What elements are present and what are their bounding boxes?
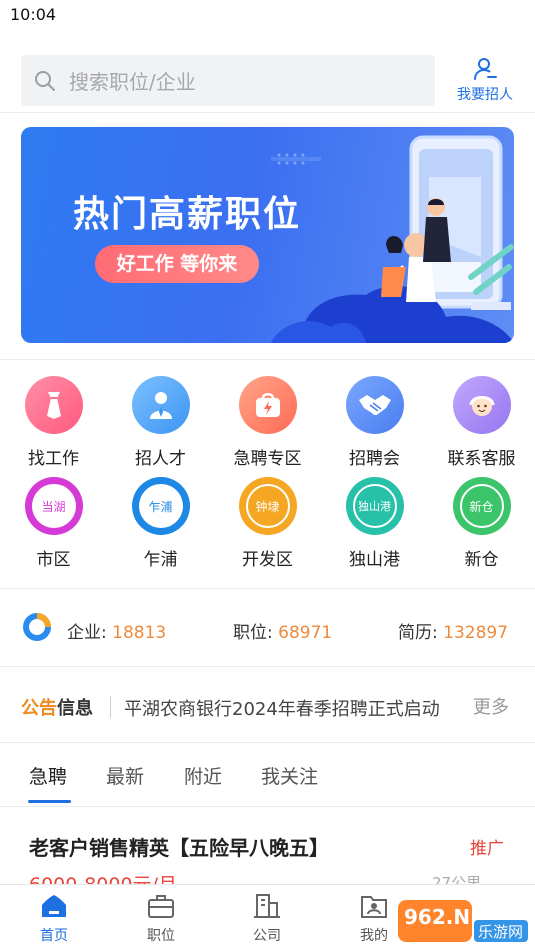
location-badge-icon: 钟埭: [238, 477, 297, 535]
location-badge-icon: 乍浦: [131, 477, 190, 535]
tab-latest[interactable]: 最新: [106, 762, 144, 789]
location-zhapu[interactable]: 乍浦 乍浦: [107, 477, 214, 570]
notice-text[interactable]: 平湖农商银行2024年春季招聘正式启动: [124, 695, 449, 721]
divider: [0, 359, 535, 360]
stat-resume: 简历: 132897: [398, 618, 508, 643]
person-icon: [131, 376, 190, 434]
divider: [0, 806, 535, 807]
handshake-icon: [345, 376, 404, 434]
add-person-icon: [474, 58, 497, 80]
location-label: 乍浦: [143, 550, 178, 570]
location-label: 开发区: [242, 550, 293, 570]
divider: [0, 112, 535, 113]
location-badge: 钟埭: [245, 484, 290, 528]
tab-following[interactable]: 我关注: [261, 762, 318, 789]
notice-separator: [110, 696, 111, 718]
location-label: 市区: [36, 550, 71, 570]
promo-banner[interactable]: 热门高薪职位 好工作 等你来: [21, 127, 514, 343]
stat-company-value: 18813: [112, 623, 167, 643]
location-badge-icon: 独山港: [345, 477, 404, 535]
nav-company[interactable]: 公司: [232, 891, 302, 945]
category-label: 招人才: [135, 449, 186, 469]
stats-pie-icon: [23, 613, 51, 641]
search-row: 搜索职位/企业 我要招人: [0, 46, 535, 112]
category-label: 急聘专区: [233, 449, 302, 469]
nav-home[interactable]: 首页: [19, 891, 89, 945]
category-label: 招聘会: [349, 449, 400, 469]
tie-icon: [24, 376, 83, 434]
tab-urgent[interactable]: 急聘: [29, 762, 67, 789]
category-find-job[interactable]: 找工作: [0, 376, 107, 469]
briefcase-icon: [148, 895, 174, 918]
location-badge-icon: 当湖: [24, 477, 83, 535]
search-icon: [35, 70, 55, 91]
category-find-talent[interactable]: 招人才: [107, 376, 214, 469]
building-icon: [254, 894, 280, 918]
notice-more-link[interactable]: 更多: [473, 693, 509, 719]
status-time: 10:04: [10, 5, 57, 24]
search-placeholder: 搜索职位/企业: [69, 70, 196, 94]
location-shiqu[interactable]: 当湖 市区: [0, 477, 107, 570]
stat-resume-value: 132897: [443, 623, 509, 643]
location-kaifaqu[interactable]: 钟埭 开发区: [214, 477, 321, 570]
location-dushangang[interactable]: 独山港 独山港: [321, 477, 428, 570]
banner-illustration: [271, 135, 514, 343]
location-badge: 乍浦: [138, 484, 183, 528]
tab-indicator: [28, 800, 71, 803]
job-tabs: 急聘 最新 附近 我关注: [0, 752, 535, 806]
category-job-fair[interactable]: 招聘会: [321, 376, 428, 469]
status-bar: 10:04: [0, 0, 535, 32]
category-customer-service[interactable]: 联系客服: [428, 376, 535, 469]
divider: [0, 742, 535, 743]
banner-title: 热门高薪职位: [73, 194, 302, 235]
recruit-button[interactable]: 我要招人: [452, 56, 518, 106]
notice-bar[interactable]: 公告信息 平湖农商银行2024年春季招聘正式启动 更多: [0, 676, 535, 732]
location-badge-icon: 新仓: [452, 477, 511, 535]
bag-flash-icon: [238, 376, 297, 434]
stat-job-label: 职位:: [233, 623, 273, 643]
divider: [0, 588, 535, 589]
service-icon: [452, 376, 511, 434]
nav-label: 公司: [253, 928, 281, 944]
category-label: 联系客服: [447, 449, 516, 469]
stats-row: 企业: 18813 职位: 68971 简历: 132897: [0, 600, 535, 656]
search-input[interactable]: 搜索职位/企业: [21, 55, 435, 106]
location-badge: 独山港: [352, 484, 397, 528]
notice-tag-a: 公告: [21, 698, 57, 719]
profile-icon: [361, 896, 387, 918]
location-label: 独山港: [349, 550, 400, 570]
watermark-logo: 962.NET 乐游网: [398, 900, 528, 942]
home-icon: [42, 895, 66, 917]
notice-tag-b: 信息: [57, 698, 93, 719]
nav-jobs[interactable]: 职位: [126, 891, 196, 945]
nav-label: 职位: [147, 928, 175, 944]
watermark-sub-text: 乐游网: [478, 923, 523, 941]
location-xincang[interactable]: 新仓 新仓: [428, 477, 535, 570]
location-badge: 当湖: [31, 484, 76, 528]
category-urgent-hiring[interactable]: 急聘专区: [214, 376, 321, 469]
stat-job-value: 68971: [278, 623, 333, 643]
stat-resume-label: 简历:: [398, 623, 438, 643]
tab-nearby[interactable]: 附近: [184, 762, 222, 789]
category-label: 找工作: [28, 449, 79, 469]
stat-company: 企业: 18813: [67, 618, 166, 643]
notice-tag: 公告信息: [21, 694, 93, 720]
nav-label: 首页: [40, 928, 68, 944]
ad-badge: 推广: [470, 839, 504, 859]
location-label: 新仓: [464, 550, 499, 570]
location-badge: 新仓: [459, 484, 504, 528]
stat-job: 职位: 68971: [233, 618, 332, 643]
banner-pill: 好工作 等你来: [95, 245, 259, 283]
recruit-label: 我要招人: [457, 87, 513, 103]
stat-company-label: 企业:: [67, 623, 107, 643]
job-title: 老客户销售精英【五险早八晚五】: [29, 836, 329, 860]
divider: [0, 666, 535, 667]
